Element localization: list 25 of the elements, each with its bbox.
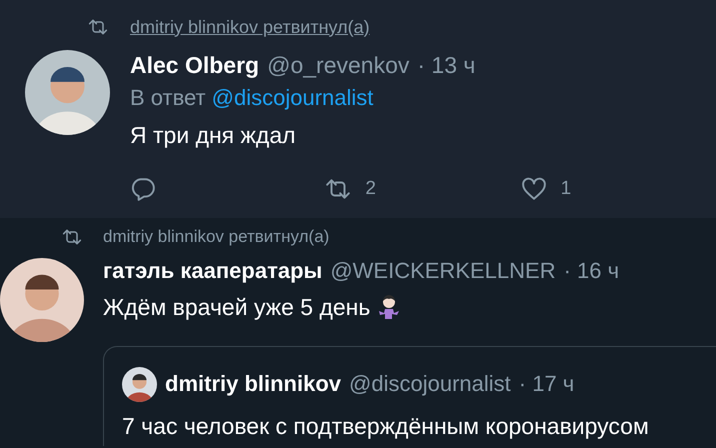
tweet-time[interactable]: · 17 ч [518,371,574,397]
avatar[interactable] [122,366,157,402]
author-handle: @discojournalist [349,371,511,397]
retweet-icon [88,17,108,37]
reply-context: В ответ [130,85,206,111]
author-name[interactable]: гатэль кааператары [103,258,322,284]
action-count: 2 [365,178,376,200]
tweet-time[interactable]: · 16 ч [564,258,620,284]
quoted-tweet-text: 7 час человек с подтверждённым коронавирусом [122,412,650,440]
retweet-icon [62,227,82,247]
tweet-text: Я три дня ждал [130,122,296,148]
comment-icon[interactable] [130,176,156,202]
quoted-tweet[interactable]: dmitriy blinnikov @discojournalist · 17 ч 7 час человек с подтверждённым коронавирусом [103,346,716,446]
author-name[interactable]: dmitriy blinnikov [165,371,342,397]
tweet-text: Ждём врачей уже 5 день [103,294,370,320]
tweet-card[interactable]: dmitriy blinnikov ретвитнул(а) Alec Olberg @o_revenkov · 13 ч В ответ @discojournalist Я три дня ждал 2 1 [0,0,716,218]
author-name[interactable]: Alec Olberg [130,52,260,78]
mention-link[interactable]: @discojournalist [212,85,374,111]
author-handle: @WEICKERKELLNER [330,258,556,284]
action-count: 1 [560,178,572,200]
retweet-notice[interactable]: dmitriy blinnikov ретвитнул(а) [130,16,370,38]
heart-icon[interactable] [520,176,547,202]
author-handle: @o_revenkov [267,52,410,78]
tweet-time[interactable]: · 13 ч [417,52,476,78]
retweet-notice[interactable]: dmitriy blinnikov ретвитнул(а) [103,227,330,247]
